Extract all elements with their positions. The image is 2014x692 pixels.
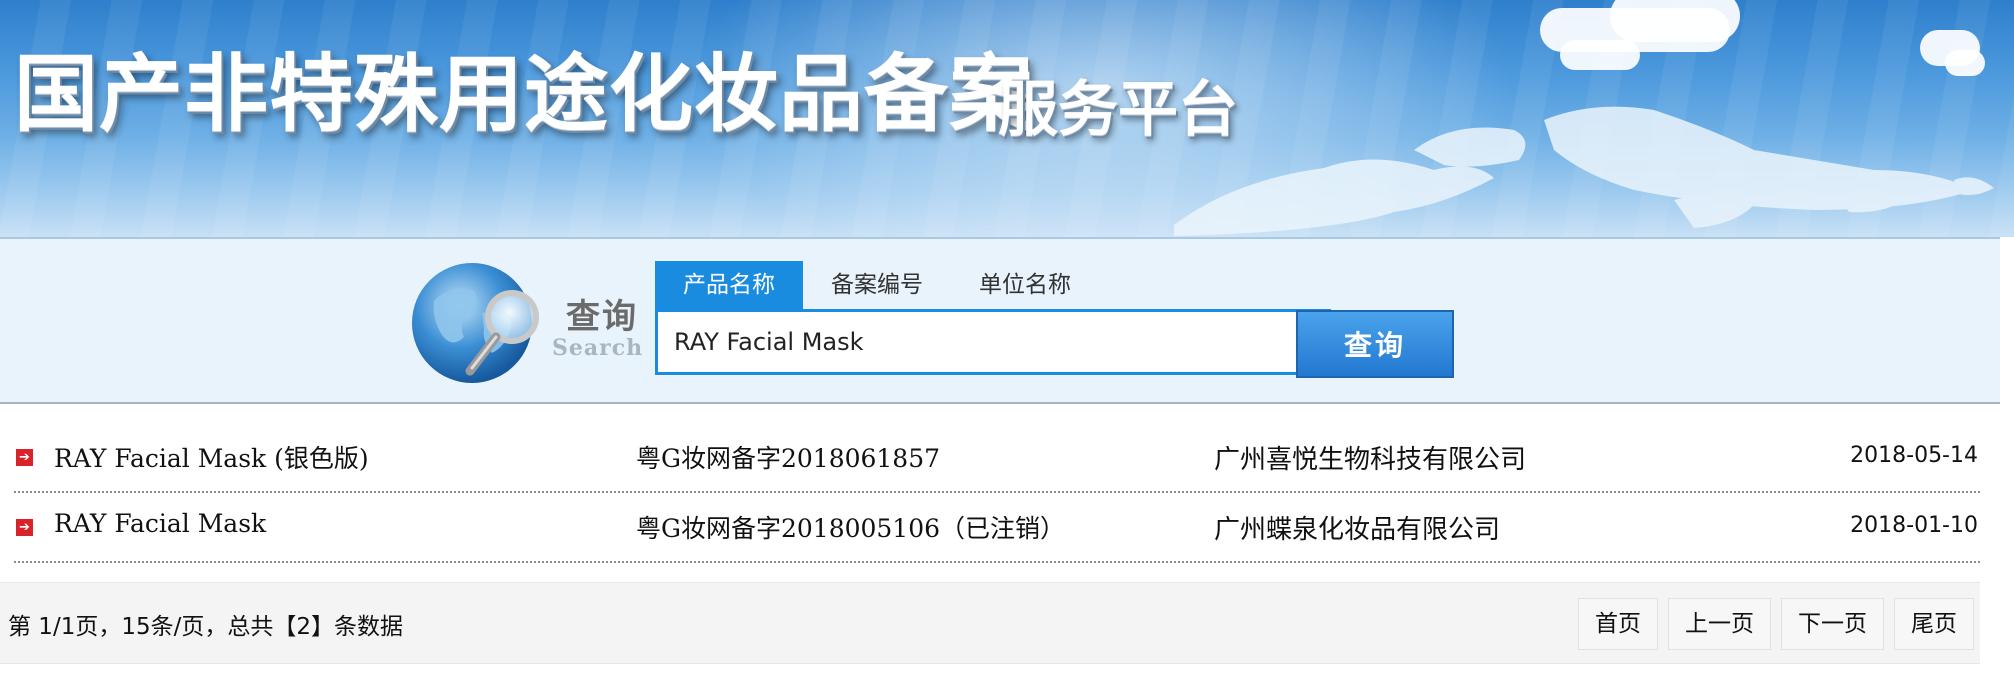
record-number: 粤G妆网备字2018005106（已注销）: [636, 514, 1066, 543]
company-name: 广州喜悦生物科技有限公司: [1214, 445, 1527, 475]
product-name-link[interactable]: RAY Facial Mask: [54, 509, 266, 538]
prev-page-button[interactable]: 上一页: [1668, 598, 1771, 650]
tab-company-name[interactable]: 单位名称: [951, 261, 1099, 309]
record-date: 2018-01-10: [1850, 513, 1978, 538]
product-name-link[interactable]: RAY Facial Mask (银色版): [54, 439, 369, 475]
pagination-buttons: 首页 上一页 下一页 尾页: [1578, 598, 1974, 650]
red-arrow-icon: ➔: [16, 449, 33, 466]
tab-product-name[interactable]: 产品名称: [655, 261, 803, 309]
search-tabs: 产品名称 备案编号 单位名称: [655, 261, 1099, 309]
banner-subtitle: 服务平台: [998, 75, 1238, 145]
search-button[interactable]: 查询: [1296, 310, 1454, 378]
last-page-button[interactable]: 尾页: [1894, 598, 1974, 650]
tab-record-number[interactable]: 备案编号: [803, 261, 951, 309]
pagination-info: 第 1/1页，15条/页，总共【2】条数据: [8, 614, 403, 640]
company-name: 广州蝶泉化妆品有限公司: [1214, 515, 1501, 545]
results-list: ➔ RAY Facial Mask (银色版) 粤G妆网备字2018061857…: [14, 423, 1980, 563]
search-panel: 查询 Search 产品名称 备案编号 单位名称 查询: [0, 237, 2000, 404]
record-number: 粤G妆网备字2018061857: [636, 444, 941, 473]
search-input[interactable]: [655, 309, 1331, 375]
red-arrow-icon: ➔: [16, 519, 33, 536]
list-item: ➔ RAY Facial Mask (银色版) 粤G妆网备字2018061857…: [14, 423, 1980, 493]
first-page-button[interactable]: 首页: [1578, 598, 1658, 650]
search-logo-subtext: Search: [552, 335, 644, 361]
next-page-button[interactable]: 下一页: [1781, 598, 1884, 650]
record-date: 2018-05-14: [1850, 443, 1978, 468]
pagination-bar: 第 1/1页，15条/页，总共【2】条数据 首页 上一页 下一页 尾页: [0, 582, 1980, 664]
world-map-icon: [1174, 106, 1994, 236]
header-banner: 国产非特殊用途化妆品备案 服务平台: [0, 0, 2014, 237]
banner-title: 国产非特殊用途化妆品备案: [14, 44, 1035, 143]
list-item: ➔ RAY Facial Mask 粤G妆网备字2018005106（已注销） …: [14, 493, 1980, 563]
search-logo-text: 查询: [566, 297, 638, 337]
